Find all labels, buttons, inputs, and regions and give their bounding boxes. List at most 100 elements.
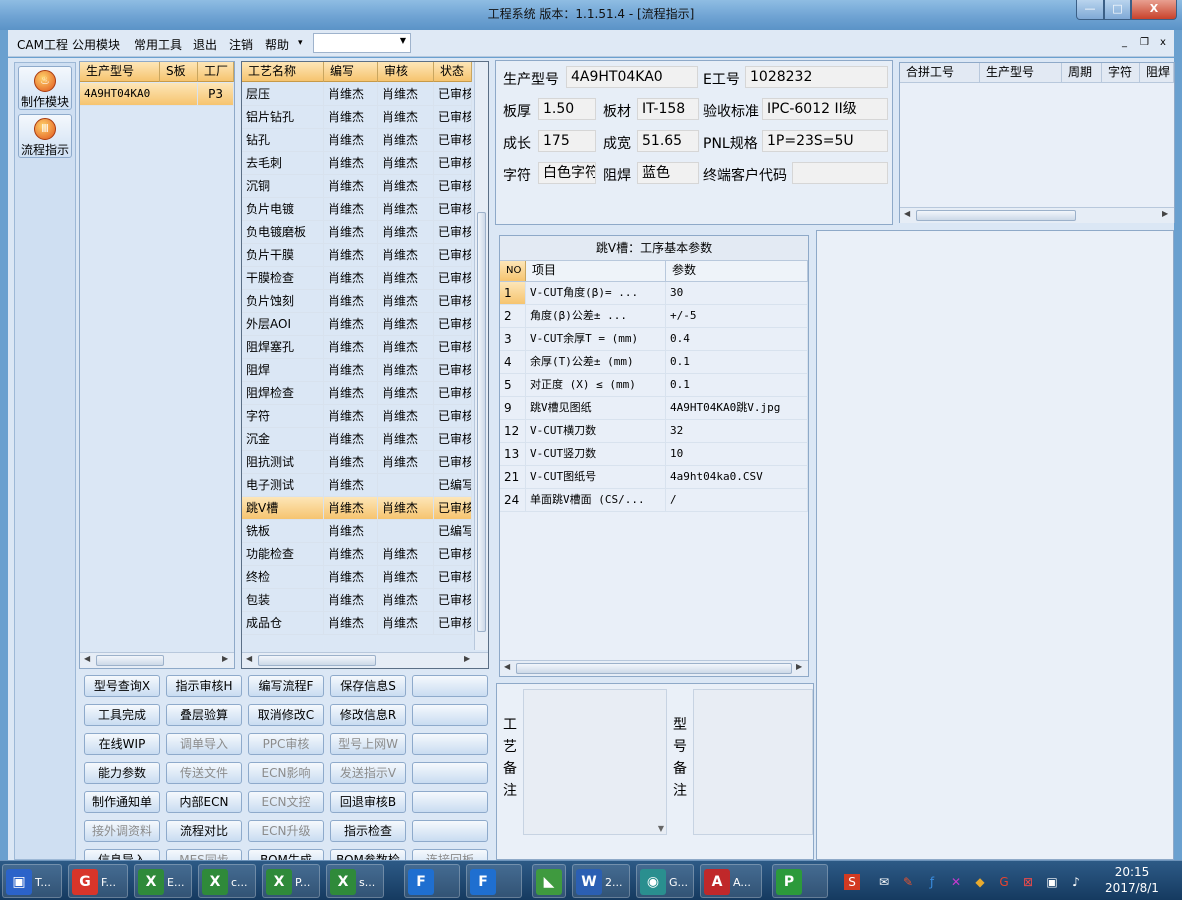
- function-button[interactable]: 型号上网W: [330, 733, 406, 755]
- process-row[interactable]: 阻焊塞孔 肖维杰 肖维杰 已审核: [242, 336, 472, 359]
- function-button[interactable]: [412, 733, 488, 755]
- params-hscrollbar[interactable]: ◀ ▶: [500, 660, 808, 676]
- scroll-left-icon[interactable]: ◀: [84, 654, 90, 663]
- maximize-button[interactable]: □: [1104, 0, 1131, 20]
- process-row[interactable]: 跳V槽 肖维杰 肖维杰 已审核: [242, 497, 472, 520]
- process-row[interactable]: 沉铜 肖维杰 肖维杰 已审核: [242, 175, 472, 198]
- taskbar-app[interactable]: ◣: [532, 864, 566, 898]
- tray-g-icon[interactable]: G: [996, 874, 1012, 890]
- mdi-restore-icon[interactable]: ❐: [1140, 37, 1149, 48]
- function-button[interactable]: 制作通知单: [84, 791, 160, 813]
- process-row[interactable]: 铝片钻孔 肖维杰 肖维杰 已审核: [242, 106, 472, 129]
- scroll-down-icon[interactable]: ▼: [658, 824, 664, 833]
- scroll-left-icon[interactable]: ◀: [504, 662, 510, 671]
- model-field[interactable]: 4A9HT04KA0: [566, 66, 698, 88]
- function-button[interactable]: 发送指示V: [330, 762, 406, 784]
- col-process-name[interactable]: 工艺名称: [242, 62, 324, 82]
- menu-logout[interactable]: 注销: [229, 36, 253, 53]
- tray-mail-icon[interactable]: ✉: [876, 874, 892, 890]
- thickness-field[interactable]: 1.50: [538, 98, 596, 120]
- function-button[interactable]: BOM参数检查: [330, 849, 406, 860]
- param-row[interactable]: 24 单面跳V槽面 (CS/... /: [500, 489, 808, 512]
- function-button[interactable]: [412, 762, 488, 784]
- process-row[interactable]: 阻抗测试 肖维杰 肖维杰 已审核: [242, 451, 472, 474]
- tray-volume-icon[interactable]: ♪: [1068, 874, 1084, 890]
- process-note-textarea[interactable]: ▼: [523, 689, 667, 835]
- function-button[interactable]: 能力参数: [84, 762, 160, 784]
- function-button[interactable]: 取消修改C: [248, 704, 324, 726]
- taskbar-app[interactable]: W 2...: [572, 864, 630, 898]
- model-list-hscrollbar[interactable]: ◀ ▶: [80, 652, 234, 668]
- col-merge-no[interactable]: 合拼工号: [900, 63, 980, 83]
- mdi-minimize-icon[interactable]: _: [1122, 37, 1127, 48]
- process-row[interactable]: 干膜检查 肖维杰 肖维杰 已审核: [242, 267, 472, 290]
- process-list-hscrollbar[interactable]: ◀ ▶: [242, 652, 488, 668]
- width-field[interactable]: 51.65: [637, 130, 699, 152]
- scroll-right-icon[interactable]: ▶: [1162, 209, 1168, 218]
- menu-combo-box[interactable]: ▼: [313, 33, 411, 53]
- scroll-right-icon[interactable]: ▶: [222, 654, 228, 663]
- function-button[interactable]: 工具完成: [84, 704, 160, 726]
- merge-grid-hscrollbar[interactable]: ◀ ▶: [900, 207, 1174, 223]
- taskbar-app[interactable]: ▣ T...: [2, 864, 62, 898]
- param-row[interactable]: 2 角度(β)公差± ... +/-5: [500, 305, 808, 328]
- function-button[interactable]: 接外调资料: [84, 820, 160, 842]
- param-row[interactable]: 4 余厚(T)公差± (mm) 0.1: [500, 351, 808, 374]
- module-make-button[interactable]: ♨ 制作模块: [18, 66, 72, 110]
- char-field[interactable]: 白色字符: [538, 162, 596, 184]
- param-row[interactable]: 13 V-CUT竖刀数 10: [500, 443, 808, 466]
- length-field[interactable]: 175: [538, 130, 596, 152]
- process-row[interactable]: 字符 肖维杰 肖维杰 已审核: [242, 405, 472, 428]
- col-merge-mask[interactable]: 阻焊: [1140, 63, 1174, 83]
- function-button[interactable]: ECN文控: [248, 791, 324, 813]
- function-button[interactable]: 内部ECN: [166, 791, 242, 813]
- tray-network-icon[interactable]: ▣: [1044, 874, 1060, 890]
- scroll-right-icon[interactable]: ▶: [464, 654, 470, 663]
- process-row[interactable]: 去毛刺 肖维杰 肖维杰 已审核: [242, 152, 472, 175]
- col-item[interactable]: 项目: [526, 261, 666, 281]
- col-factory[interactable]: 工厂: [198, 62, 234, 82]
- process-row[interactable]: 电子测试 肖维杰 已编写: [242, 474, 472, 497]
- function-button[interactable]: [412, 704, 488, 726]
- taskbar-app[interactable]: Xc...: [198, 864, 256, 898]
- tray-app-icon[interactable]: ◆: [972, 874, 988, 890]
- taskbar-app[interactable]: P: [772, 864, 828, 898]
- function-button[interactable]: 流程对比: [166, 820, 242, 842]
- param-row[interactable]: 9 跳V槽见图纸 4A9HT04KA0跳V.jpg: [500, 397, 808, 420]
- clock[interactable]: 20:15 2017/8/1: [1100, 864, 1164, 896]
- process-row[interactable]: 阻焊 肖维杰 肖维杰 已审核: [242, 359, 472, 382]
- col-value[interactable]: 参数: [666, 261, 808, 281]
- process-row[interactable]: 负电镀磨板 肖维杰 肖维杰 已审核: [242, 221, 472, 244]
- col-merge-char[interactable]: 字符: [1102, 63, 1140, 83]
- taskbar-app[interactable]: X P...: [262, 864, 320, 898]
- tray-pen-icon[interactable]: ✎: [900, 874, 916, 890]
- pnl-field[interactable]: 1P=23S=5U: [762, 130, 888, 152]
- function-button[interactable]: [412, 675, 488, 697]
- menu-cam[interactable]: CAM工程: [17, 36, 68, 53]
- vscroll-thumb[interactable]: [477, 212, 486, 632]
- param-row[interactable]: 1 V-CUT角度(β)= ... 30: [500, 282, 808, 305]
- col-no[interactable]: NO: [500, 261, 526, 281]
- process-row[interactable]: 钻孔 肖维杰 肖维杰 已审核: [242, 129, 472, 152]
- function-button[interactable]: ECN升级: [248, 820, 324, 842]
- function-button[interactable]: 编写流程F: [248, 675, 324, 697]
- function-button[interactable]: 叠层验算: [166, 704, 242, 726]
- col-model[interactable]: 生产型号: [80, 62, 160, 82]
- process-row[interactable]: 负片干膜 肖维杰 肖维杰 已审核: [242, 244, 472, 267]
- process-row[interactable]: 阻焊检查 肖维杰 肖维杰 已审核: [242, 382, 472, 405]
- param-row[interactable]: 5 对正度 (X) ≤ (mm) 0.1: [500, 374, 808, 397]
- function-button[interactable]: ECN影响: [248, 762, 324, 784]
- sogou-icon[interactable]: S: [844, 874, 860, 890]
- close-button[interactable]: X: [1131, 0, 1177, 20]
- process-row[interactable]: 负片蚀刻 肖维杰 肖维杰 已审核: [242, 290, 472, 313]
- menu-overflow-arrow-icon[interactable]: ▾: [298, 38, 303, 48]
- menu-public-modules[interactable]: 公用模块: [72, 36, 120, 53]
- menu-common-tools[interactable]: 常用工具: [134, 36, 182, 53]
- function-button[interactable]: 保存信息S: [330, 675, 406, 697]
- taskbar-app[interactable]: A A...: [700, 864, 762, 898]
- function-button[interactable]: 信息导入: [84, 849, 160, 860]
- function-button[interactable]: PPC审核: [248, 733, 324, 755]
- tray-block-icon[interactable]: ⊠: [1020, 874, 1036, 890]
- process-row[interactable]: 外层AOI 肖维杰 肖维杰 已审核: [242, 313, 472, 336]
- col-writer[interactable]: 编写: [324, 62, 378, 82]
